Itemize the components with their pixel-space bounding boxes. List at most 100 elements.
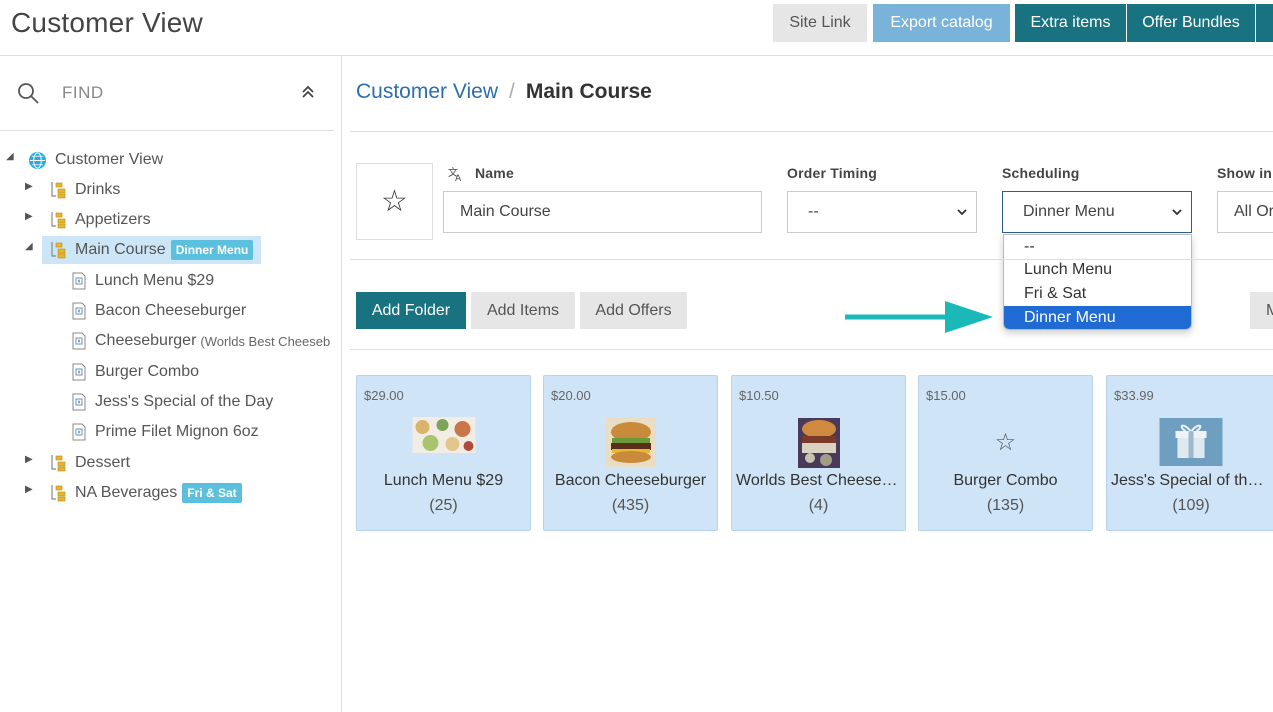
gift-image-icon — [1159, 418, 1223, 466]
name-input[interactable]: Main Course — [443, 191, 762, 233]
caret-down-icon[interactable]: ◢ — [6, 151, 16, 162]
app-title: Customer View — [11, 7, 203, 38]
name-label: Name — [475, 165, 514, 181]
tree-item[interactable]: Prime Filet Mignon 6oz — [70, 419, 259, 445]
dropdown-option-selected[interactable]: Dinner Menu — [1004, 306, 1191, 329]
item-card[interactable]: $10.50 Worlds Best Cheeseburger (4) — [731, 375, 906, 531]
tree-label: Burger Combo — [95, 363, 200, 380]
card-count: (109) — [1172, 497, 1210, 514]
card-price: $20.00 — [551, 388, 591, 403]
show-in-label: Show in C — [1217, 165, 1273, 181]
tree-label: Lunch Menu $29 — [95, 272, 215, 289]
caret-right-icon[interactable]: ▶ — [25, 484, 35, 495]
item-page-icon — [72, 272, 86, 290]
schedule-badge: Dinner Menu — [170, 240, 254, 260]
card-title: Burger Combo — [953, 472, 1058, 489]
site-link-button[interactable]: Site Link — [773, 4, 867, 42]
globe-icon — [28, 151, 47, 169]
schedule-badge: Fri & Sat — [182, 483, 242, 503]
add-offers-button[interactable]: Add Offers — [580, 292, 687, 329]
order-timing-select[interactable]: -- — [787, 191, 977, 233]
add-folder-button[interactable]: Add Folder — [356, 292, 466, 329]
caret-right-icon[interactable]: ▶ — [25, 454, 35, 465]
item-page-icon — [72, 423, 86, 441]
card-price: $15.00 — [926, 388, 966, 403]
chevron-down-icon — [1172, 209, 1182, 216]
scheduling-dropdown: -- Lunch Menu Fri & Sat Dinner Menu — [1003, 234, 1192, 330]
item-card[interactable]: $20.00 Bacon Cheeseburger (435) — [543, 375, 718, 531]
card-count: (135) — [986, 497, 1025, 514]
card-count: (4) — [808, 497, 829, 514]
tree-item[interactable]: Bacon Cheeseburger — [70, 298, 246, 324]
divider — [350, 131, 1273, 132]
show-in-select[interactable]: All Or — [1217, 191, 1273, 233]
tree-node-na-beverages[interactable]: NA Beverages Fri & Sat — [50, 480, 242, 506]
extra-items-button[interactable]: Extra items — [1015, 4, 1126, 42]
item-card[interactable]: $33.99 Jess's Special of the Day (109) — [1106, 375, 1273, 531]
divider — [350, 349, 1273, 350]
tree-label: Cheeseburger — [95, 332, 197, 349]
card-price: $33.99 — [1114, 388, 1154, 403]
dropdown-option[interactable]: Fri & Sat — [1004, 282, 1191, 306]
find-row — [0, 56, 334, 131]
dropdown-option[interactable]: Lunch Menu — [1004, 258, 1191, 282]
tree-label: Jess's Special of the Day — [95, 393, 274, 410]
item-page-icon — [72, 332, 86, 350]
card-title: Worlds Best Cheeseburger — [736, 472, 905, 489]
card-title: Jess's Special of the Day — [1111, 472, 1273, 489]
caret-right-icon[interactable]: ▶ — [25, 211, 35, 222]
star-icon-picker[interactable]: ☆ — [356, 163, 433, 240]
tree-item[interactable]: Lunch Menu $29 — [70, 268, 214, 294]
breadcrumb-link[interactable]: Customer View — [356, 80, 498, 104]
tree-item[interactable]: Burger Combo — [70, 359, 199, 385]
chevron-down-icon — [957, 209, 967, 216]
tree-node-appetizers[interactable]: Appetizers — [50, 207, 151, 233]
breadcrumb: Customer View / Main Course — [356, 80, 652, 104]
item-page-icon — [72, 302, 86, 320]
translate-icon[interactable]: 文 A — [448, 166, 464, 182]
card-price: $29.00 — [364, 388, 404, 403]
search-icon[interactable] — [17, 82, 39, 104]
scheduling-label: Scheduling — [1002, 165, 1080, 181]
tree-node-main-course[interactable]: Main Course Dinner Menu — [42, 236, 262, 264]
export-catalog-button[interactable]: Export catalog — [873, 4, 1010, 42]
tree-sublabel: (Worlds Best Cheeseb — [200, 333, 331, 349]
annotation-arrow-icon — [845, 301, 993, 333]
caret-right-icon[interactable]: ▶ — [25, 181, 35, 192]
tree-node-dessert[interactable]: Dessert — [50, 450, 130, 476]
tree-node-drinks[interactable]: Drinks — [50, 177, 120, 203]
select-value: All Or — [1234, 203, 1273, 220]
breadcrumb-current: Main Course — [525, 80, 652, 103]
more-actions-button[interactable]: M — [1250, 292, 1273, 329]
burger-image-icon — [605, 418, 656, 467]
order-timing-label: Order Timing — [787, 165, 878, 181]
item-card[interactable]: $15.00 ☆ Burger Combo (135) — [918, 375, 1093, 531]
add-items-button[interactable]: Add Items — [471, 292, 575, 329]
offer-bundles-button[interactable]: Offer Bundles — [1127, 4, 1255, 42]
folder-tree-icon — [51, 455, 66, 472]
folder-tree-icon — [51, 485, 66, 502]
tree-item[interactable]: Jess's Special of the Day — [70, 389, 273, 415]
card-count: (25) — [429, 497, 458, 514]
more-header-button[interactable] — [1256, 4, 1273, 42]
dropdown-option[interactable]: -- — [1004, 235, 1191, 258]
card-price: $10.50 — [739, 388, 779, 403]
burger-image-icon — [797, 418, 840, 468]
item-page-icon — [72, 393, 86, 411]
breadcrumb-separator: / — [509, 80, 515, 103]
scheduling-select[interactable]: Dinner Menu — [1002, 191, 1192, 233]
star-icon: ☆ — [994, 429, 1017, 456]
find-input[interactable] — [62, 80, 282, 106]
tree-item[interactable]: Cheeseburger (Worlds Best Cheeseb — [70, 328, 334, 354]
chevron-double-up-icon[interactable] — [300, 84, 316, 100]
tree-label: Prime Filet Mignon 6oz — [95, 423, 259, 440]
card-count: (435) — [611, 497, 650, 514]
item-card[interactable]: $29.00 Lunch Menu $29 (25) — [356, 375, 531, 531]
caret-down-icon[interactable]: ◢ — [25, 241, 35, 252]
sidebar: ◢ Customer View ▶ Drinks ▶ — [0, 56, 342, 712]
item-page-icon — [72, 363, 86, 381]
divider — [350, 259, 1273, 260]
card-title: Lunch Menu $29 — [383, 472, 504, 489]
card-title: Bacon Cheeseburger — [554, 472, 707, 489]
tree-node-root[interactable]: Customer View — [28, 147, 163, 173]
